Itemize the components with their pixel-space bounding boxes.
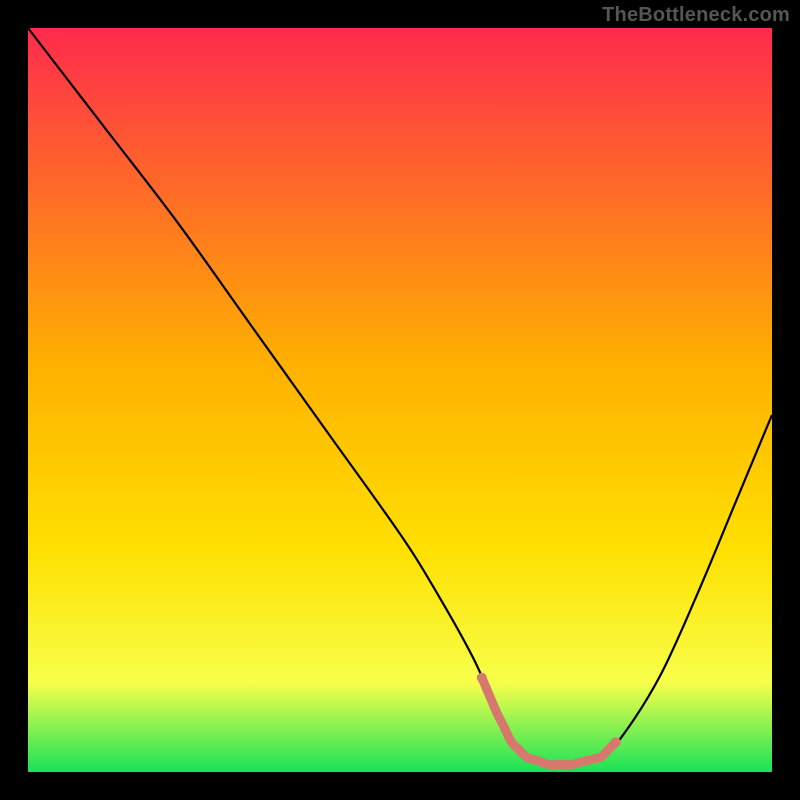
highlight-dot-left bbox=[477, 673, 487, 683]
watermark-text: TheBottleneck.com bbox=[602, 4, 790, 27]
bottleneck-chart bbox=[0, 0, 800, 800]
chart-plot-area bbox=[28, 28, 772, 772]
highlight-dot-right bbox=[611, 737, 621, 747]
